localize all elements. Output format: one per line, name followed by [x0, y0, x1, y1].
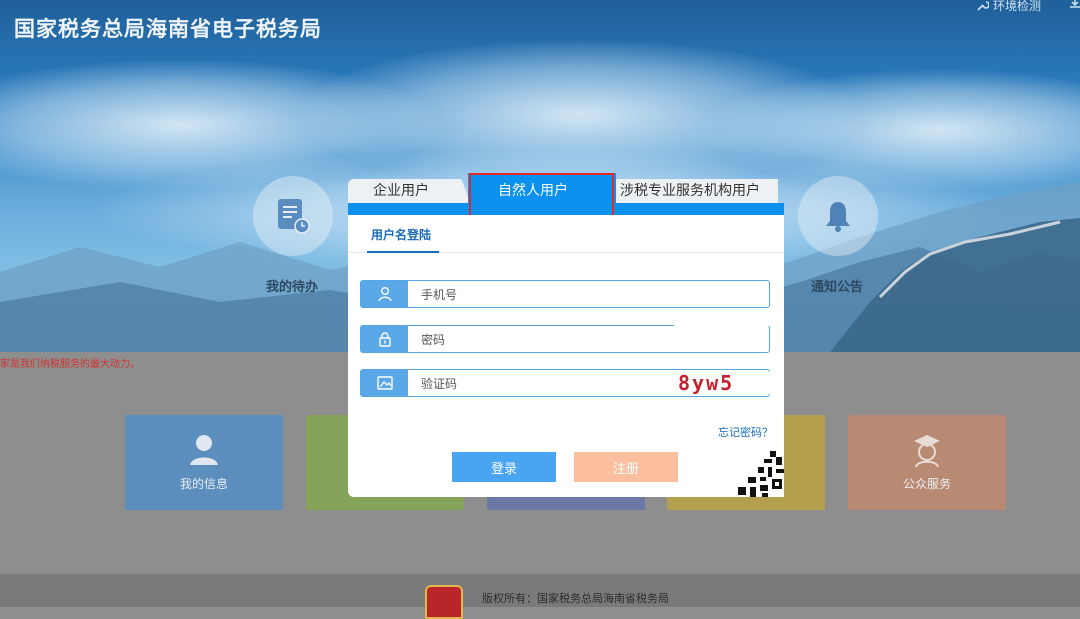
tab-agency-label: 涉税专业服务机构用户: [620, 183, 760, 199]
tab-agency-user[interactable]: 涉税专业服务机构用户: [606, 179, 778, 203]
captcha-field: 8yw5: [360, 369, 770, 397]
tile-my-info-label: 我的信息: [179, 477, 228, 491]
forgot-password-link[interactable]: 忘记密码？: [718, 424, 773, 440]
notice-label: 通知公告: [811, 280, 864, 295]
qr-code-icon[interactable]: [734, 447, 784, 497]
captcha-image[interactable]: 8yw5: [678, 372, 770, 394]
my-todo-button[interactable]: [253, 176, 333, 256]
lock-icon: [361, 326, 408, 352]
my-todo-label: 我的待办: [266, 280, 319, 295]
login-button[interactable]: 登录: [452, 452, 556, 482]
tile-public-service[interactable]: 公众服务: [848, 415, 1006, 510]
site-title: 国家税务总局海南省电子税务局: [14, 17, 322, 41]
image-icon: [361, 370, 408, 396]
wrench-icon: [977, 0, 989, 11]
password-field: [360, 324, 770, 353]
user-icon: [361, 281, 408, 307]
notice-button[interactable]: [798, 176, 878, 256]
user-icon: [190, 435, 218, 465]
tab-username-login[interactable]: 用户名登陆: [371, 226, 431, 243]
captcha-input[interactable]: [419, 373, 673, 395]
slogan-text: 家是我们纳税服务的最大动力。: [0, 359, 140, 370]
clipboard-icon: [278, 199, 310, 234]
tab-highlight-box: [469, 173, 614, 217]
env-check-label: 环境检测: [993, 0, 1042, 13]
tile-public-service-label: 公众服务: [902, 477, 951, 491]
download-icon[interactable]: [1069, 0, 1080, 9]
login-dialog: 企业用户 涉税专业服务机构用户 自然人用户 用户名登陆 手机号 验证码 8yw5…: [348, 173, 784, 497]
bell-icon: [826, 202, 850, 232]
tab-enterprise-label: 企业用户: [373, 183, 429, 199]
phone-input[interactable]: [419, 284, 673, 306]
tile-my-info[interactable]: 我的信息: [125, 415, 283, 510]
emblem-logo: [425, 585, 463, 619]
env-check-link[interactable]: 环境检测: [975, 0, 1080, 14]
footer-copyright: 版权所有：国家税务总局海南省税务局: [482, 592, 669, 605]
login-panel: 用户名登陆 8yw5 忘记密码？ 登录 注册: [348, 215, 784, 497]
subtab-underline: [367, 251, 439, 253]
password-input[interactable]: [419, 329, 673, 351]
service-agent-icon: [914, 435, 940, 468]
phone-field: [360, 280, 770, 308]
password-field-notch: [674, 324, 770, 326]
tab-enterprise-user[interactable]: 企业用户: [348, 179, 470, 203]
register-button[interactable]: 注册: [574, 452, 678, 482]
